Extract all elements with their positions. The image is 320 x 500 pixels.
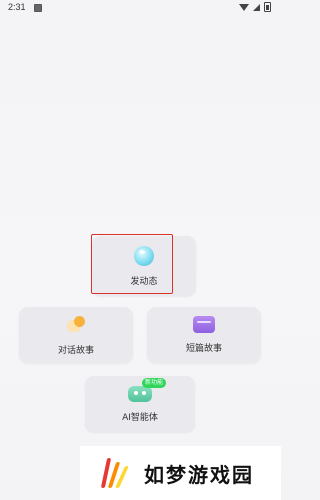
status-icons [239, 2, 271, 12]
watermark: 如梦游戏园 [80, 446, 281, 500]
signal-icon [253, 3, 260, 11]
bubble-icon [134, 245, 154, 266]
status-time: 2:31 [8, 2, 26, 12]
book-icon [193, 316, 215, 333]
chat-story-button[interactable]: 对话故事 [19, 307, 133, 363]
chat-story-label: 对话故事 [57, 345, 94, 356]
new-feature-badge: 新功能 [142, 377, 167, 388]
short-story-label: 短篇故事 [185, 344, 222, 354]
ai-agent-label: AI智能体 [122, 412, 158, 423]
ai-agent-button[interactable]: 新功能 AI智能体 [85, 376, 195, 432]
robot-icon [128, 385, 152, 402]
battery-icon [264, 2, 271, 12]
short-story-button[interactable]: 短篇故事 [147, 307, 261, 363]
post-moment-label: 发动态 [130, 276, 158, 287]
watermark-text: 如梦游戏园 [144, 462, 254, 487]
post-moment-button[interactable]: 发动态 [92, 236, 196, 296]
watermark-logo-icon [100, 454, 134, 492]
status-bar: 2:31 [0, 0, 281, 16]
wifi-icon [239, 3, 249, 11]
chat-icon [66, 315, 86, 335]
notification-icon [34, 4, 42, 12]
